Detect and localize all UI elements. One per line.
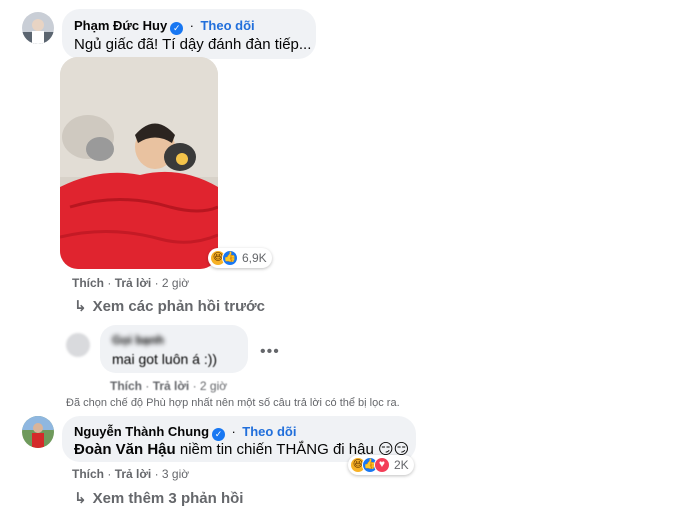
like-action[interactable]: Thích bbox=[72, 276, 104, 290]
comment-bubble-1: Phạm Đức Huy ✓ · Theo dõi Ngủ giấc đã! Tí… bbox=[62, 9, 316, 59]
view-more-replies[interactable]: ↳ Xem thêm 3 phản hồi bbox=[74, 489, 243, 507]
separator-dot: · bbox=[231, 424, 236, 439]
reply-actions: Thích · Trả lời · 2 giờ bbox=[110, 379, 228, 393]
comment-author-name[interactable]: Phạm Đức Huy bbox=[74, 18, 167, 33]
reply-text: mai got luôn á :)) bbox=[112, 351, 218, 367]
follow-button[interactable]: Theo dõi bbox=[200, 18, 254, 33]
view-previous-label: Xem các phản hồi trước bbox=[92, 298, 265, 315]
avatar-reply-user[interactable] bbox=[66, 333, 90, 357]
reply-action[interactable]: Trả lời bbox=[115, 276, 152, 290]
avatar-pham-duc-huy[interactable] bbox=[22, 12, 54, 44]
reaction-count: 2K bbox=[394, 458, 409, 472]
comment-actions-2: Thích · Trả lời · 3 giờ bbox=[72, 467, 190, 481]
comment-actions-1: Thích · Trả lời · 2 giờ bbox=[72, 276, 190, 290]
separator-dot: · bbox=[189, 18, 195, 33]
filter-notice: Đã chọn chế độ Phù hợp nhất nên một số c… bbox=[66, 397, 400, 409]
reply-time[interactable]: 2 giờ bbox=[200, 379, 227, 393]
comment-author-name[interactable]: Nguyễn Thành Chung bbox=[74, 424, 209, 439]
reply-action[interactable]: Trả lời bbox=[115, 467, 152, 481]
reply-bubble: Gọi bạnh mai got luôn á :)) bbox=[100, 325, 248, 373]
like-action[interactable]: Thích bbox=[110, 379, 142, 393]
reply-arrow-icon: ↳ bbox=[74, 298, 87, 315]
reaction-summary-2[interactable]: 😆 👍 ♥ 2K bbox=[348, 455, 414, 475]
comment-text: Ngủ giấc đã! Tí dậy đánh đàn tiếp... bbox=[74, 36, 312, 53]
reply-author-name[interactable]: Gọi bạnh bbox=[112, 333, 164, 347]
mention-link[interactable]: Đoàn Văn Hậu bbox=[74, 441, 176, 458]
view-previous-replies[interactable]: ↳ Xem các phản hồi trước bbox=[74, 297, 265, 315]
reply-action[interactable]: Trả lời bbox=[153, 379, 190, 393]
reply-arrow-icon: ↳ bbox=[74, 490, 87, 507]
reaction-count: 6,9K bbox=[242, 251, 267, 265]
view-more-label: Xem thêm 3 phản hồi bbox=[92, 490, 244, 507]
follow-button[interactable]: Theo dõi bbox=[242, 424, 296, 439]
reaction-summary-1[interactable]: 😆 👍 6,9K bbox=[208, 248, 272, 268]
comment-time[interactable]: 3 giờ bbox=[162, 467, 189, 481]
comment-time[interactable]: 2 giờ bbox=[162, 276, 189, 290]
like-reaction-icon: 👍 bbox=[222, 250, 238, 266]
more-options-icon[interactable]: ••• bbox=[260, 343, 280, 361]
verified-badge-icon: ✓ bbox=[170, 22, 184, 35]
avatar-nguyen-thanh-chung[interactable] bbox=[22, 416, 54, 448]
love-reaction-icon: ♥ bbox=[374, 457, 390, 473]
comment-photo[interactable] bbox=[60, 57, 218, 269]
like-action[interactable]: Thích bbox=[72, 467, 104, 481]
